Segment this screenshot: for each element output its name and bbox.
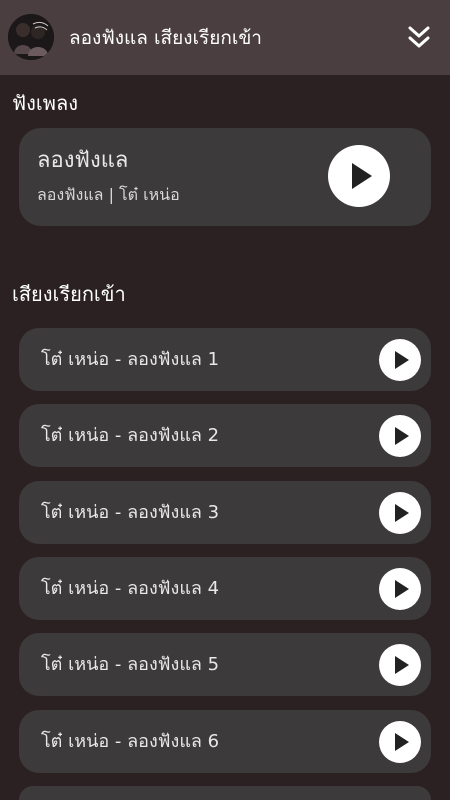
play-icon <box>395 351 409 369</box>
ringtone-item[interactable]: โต๋ เหน่อ - ลองฟังแล 2 <box>19 404 431 467</box>
ringtone-item[interactable]: โต๋ เหน่อ - ลองฟังแล 5 <box>19 633 431 696</box>
ringtone-play-button[interactable] <box>379 492 421 534</box>
ringtone-play-button[interactable] <box>379 568 421 610</box>
ringtone-play-button[interactable] <box>379 721 421 763</box>
ringtone-item[interactable]: โต๋ เหน่อ - ลองฟังแล 4 <box>19 557 431 620</box>
ringtone-item-partial[interactable] <box>19 786 431 800</box>
play-icon <box>352 163 372 189</box>
play-icon <box>395 504 409 522</box>
featured-song-card[interactable]: ลองฟังแล ลองฟังแล | โต๋ เหน่อ <box>19 128 431 226</box>
ringtone-label: โต๋ เหน่อ - ลองฟังแล 5 <box>41 654 220 675</box>
ringtone-play-button[interactable] <box>379 415 421 457</box>
section-title-listen: ฟังเพลง <box>12 91 78 115</box>
ringtone-label: โต๋ เหน่อ - ลองฟังแล 1 <box>41 349 220 370</box>
header-title: ลองฟังแล เสียงเรียกเข้า <box>69 27 262 49</box>
ringtone-label: โต๋ เหน่อ - ลองฟังแล 4 <box>41 578 220 599</box>
play-icon <box>395 656 409 674</box>
section-title-ringtones: เสียงเรียกเข้า <box>12 282 126 306</box>
play-icon <box>395 427 409 445</box>
ringtone-label: โต๋ เหน่อ - ลองฟังแล 3 <box>41 502 220 523</box>
ringtone-play-button[interactable] <box>379 644 421 686</box>
play-icon <box>395 733 409 751</box>
featured-song-subtitle: ลองฟังแล | โต๋ เหน่อ <box>37 185 180 204</box>
featured-song-title: ลองฟังแล <box>37 148 129 173</box>
app-header: ลองฟังแล เสียงเรียกเข้า <box>0 0 450 75</box>
play-icon <box>395 580 409 598</box>
ringtone-play-button[interactable] <box>379 339 421 381</box>
ringtone-item[interactable]: โต๋ เหน่อ - ลองฟังแล 3 <box>19 481 431 544</box>
avatar-photo <box>8 14 54 60</box>
ringtone-item[interactable]: โต๋ เหน่อ - ลองฟังแล 6 <box>19 710 431 773</box>
avatar <box>8 14 54 60</box>
featured-play-button[interactable] <box>328 145 390 207</box>
double-chevron-down-icon[interactable] <box>403 23 435 53</box>
ringtone-label: โต๋ เหน่อ - ลองฟังแล 6 <box>41 731 220 752</box>
ringtone-item[interactable]: โต๋ เหน่อ - ลองฟังแล 1 <box>19 328 431 391</box>
ringtone-label: โต๋ เหน่อ - ลองฟังแล 2 <box>41 425 220 446</box>
